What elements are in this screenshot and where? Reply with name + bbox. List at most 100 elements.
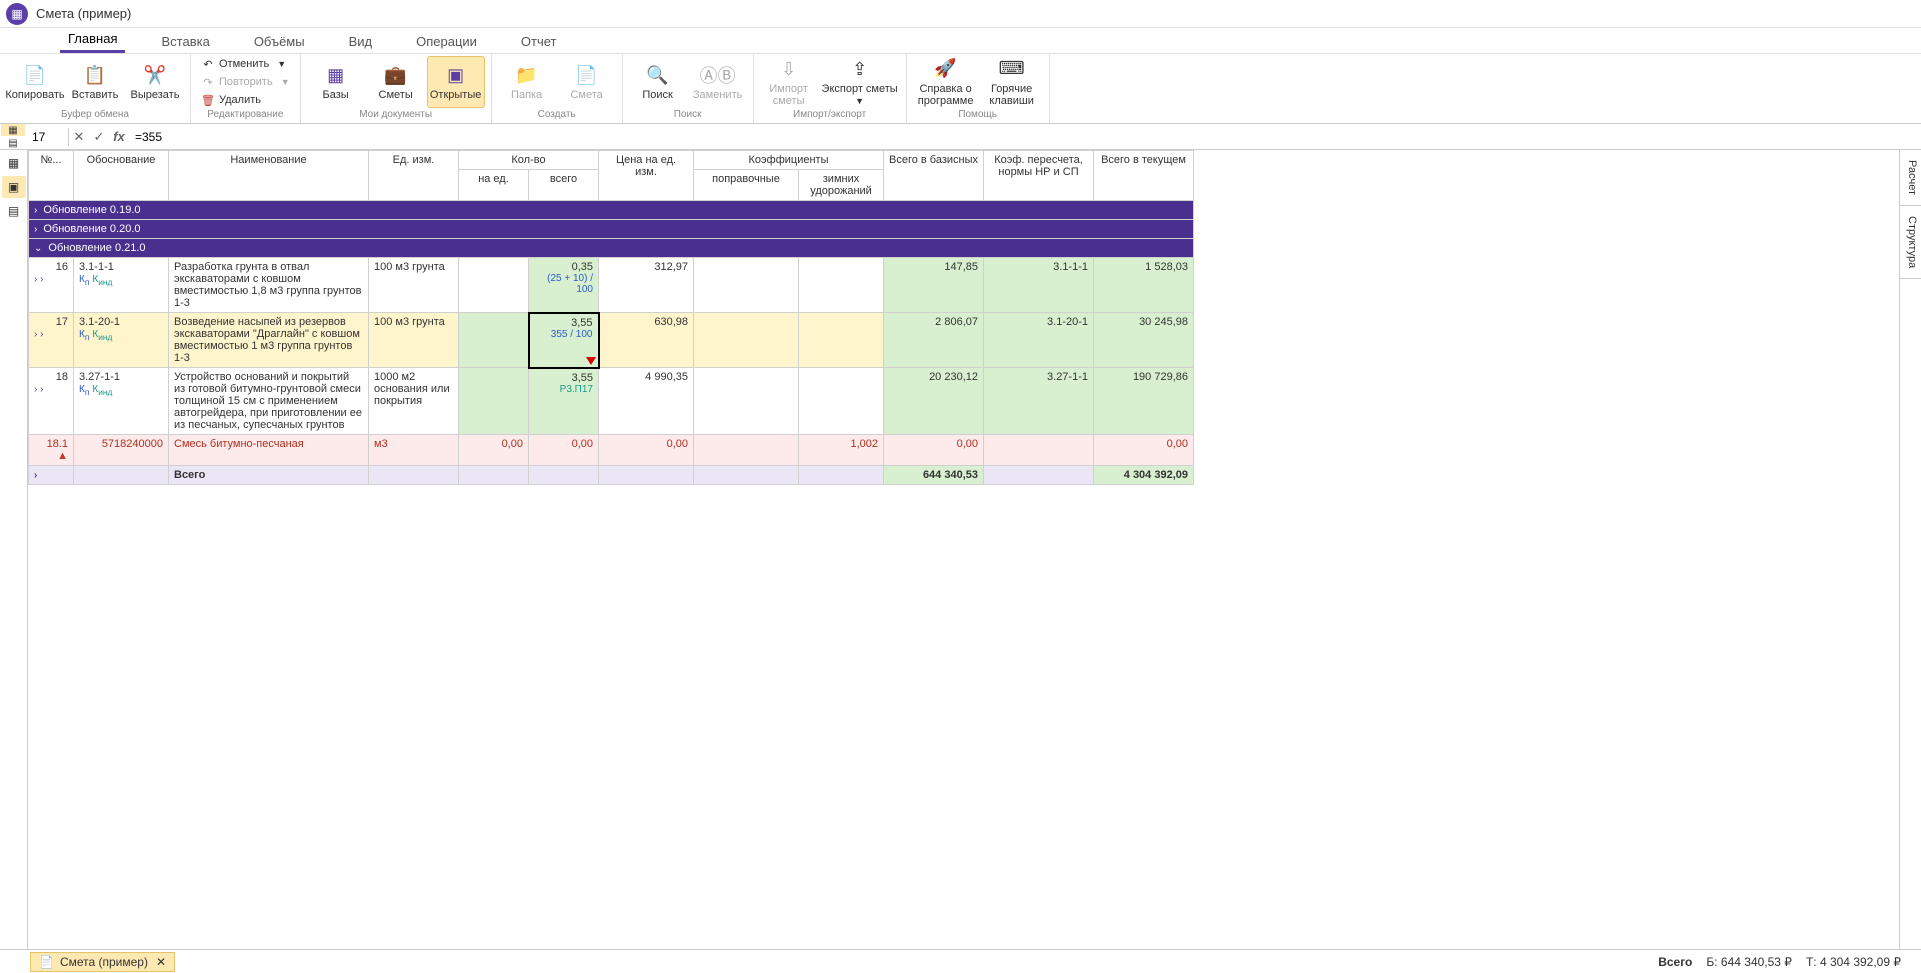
dropdown-icon: ▼ — [281, 77, 290, 87]
group-row[interactable]: ⌄Обновление 0.21.0 — [29, 239, 1194, 258]
replace-icon: ⒶⒷ — [704, 63, 732, 87]
window-title: Смета (пример) — [36, 6, 131, 21]
footer-total-label: Всего — [1658, 955, 1692, 969]
doc-icon: 📄 — [573, 63, 601, 87]
new-smeta-button[interactable]: 📄Смета — [558, 56, 616, 108]
clipboard-label: Буфер обмена — [6, 108, 184, 121]
col-obos[interactable]: Обоснование — [74, 151, 169, 201]
replace-button[interactable]: ⒶⒷЗаменить — [689, 56, 747, 108]
impexp-label: Импорт/экспорт — [760, 108, 900, 121]
dropdown-icon: ▼ — [855, 96, 864, 106]
formula-accept[interactable]: ✓ — [89, 127, 109, 147]
doc-icon: 📄 — [39, 955, 54, 969]
briefcase-icon: 💼 — [382, 63, 410, 87]
doc-tab-label: Смета (пример) — [60, 955, 148, 969]
table-row[interactable]: 17› ›3.1-20-1Кп КиндВозведение насыпей и… — [29, 313, 1194, 368]
search-label: Поиск — [629, 108, 747, 121]
footer-base: Б: 644 340,53 ₽ — [1706, 955, 1792, 969]
expand-icon: ⌄ — [34, 243, 42, 254]
col-qty[interactable]: Кол-во — [459, 151, 599, 170]
export-button[interactable]: ⇪Экспорт сметы ▼ — [820, 56, 900, 108]
col-cur[interactable]: Всего в текущем — [1094, 151, 1194, 201]
expand-icon[interactable]: › › — [34, 274, 43, 285]
col-qty-unit[interactable]: на ед. — [459, 170, 529, 201]
col-name[interactable]: Наименование — [169, 151, 369, 201]
undo-button[interactable]: ↶Отменить▼ — [197, 56, 290, 72]
open-icon: ▣ — [442, 63, 470, 87]
hotkeys-button[interactable]: ⌨Горячие клавиши — [981, 56, 1043, 108]
cut-button[interactable]: ✂️Вырезать — [126, 56, 184, 108]
error-marker-icon — [586, 357, 596, 365]
grid[interactable]: №... Обоснование Наименование Ед. изм. К… — [28, 150, 1899, 949]
right-tab-calc[interactable]: Расчет — [1900, 150, 1921, 206]
formula-input[interactable] — [129, 128, 1921, 146]
tab-main[interactable]: Главная — [60, 27, 125, 53]
doc-tab[interactable]: 📄 Смета (пример) ✕ — [30, 952, 175, 972]
new-folder-button[interactable]: 📁Папка — [498, 56, 556, 108]
redo-button[interactable]: ↷Повторить▼ — [197, 74, 294, 90]
search-icon: 🔍 — [644, 63, 672, 87]
view-toggle-2[interactable]: ▤ — [1, 137, 25, 149]
expand-icon[interactable]: › › — [34, 329, 43, 340]
copy-icon: 📄 — [21, 63, 49, 87]
fx-button[interactable]: fx — [109, 127, 129, 147]
cut-icon: ✂️ — [141, 63, 169, 87]
bases-button[interactable]: ▦Базы — [307, 56, 365, 108]
folder-icon: 📁 — [513, 63, 541, 87]
ribbon: 📄Копировать 📋Вставить ✂️Вырезать Буфер о… — [0, 54, 1921, 124]
smety-button[interactable]: 💼Сметы — [367, 56, 425, 108]
col-coef-pop[interactable]: поправочные — [694, 170, 799, 201]
panel-btn-2[interactable]: ▣ — [2, 176, 26, 198]
left-panel: ▦ ▣ ▤ — [0, 150, 28, 949]
col-num[interactable]: №... — [29, 151, 74, 201]
about-button[interactable]: 🚀Справка о программе — [913, 56, 979, 108]
table-row[interactable]: ›Всего644 340,534 304 392,09 — [29, 466, 1194, 485]
view-toggle-1[interactable]: ▦ — [1, 124, 25, 136]
search-button[interactable]: 🔍Поиск — [629, 56, 687, 108]
right-tab-struct[interactable]: Структура — [1900, 206, 1921, 279]
col-recalc[interactable]: Коэф. пересчета, нормы НР и СП — [984, 151, 1094, 201]
group-row[interactable]: ›Обновление 0.19.0 — [29, 201, 1194, 220]
rocket-icon: 🚀 — [932, 57, 960, 81]
col-coef-zim[interactable]: зимних удорожаний — [799, 170, 884, 201]
copy-button[interactable]: 📄Копировать — [6, 56, 64, 108]
keyboard-icon: ⌨ — [998, 57, 1026, 81]
tab-insert[interactable]: Вставка — [153, 30, 217, 53]
panel-btn-1[interactable]: ▦ — [2, 152, 26, 174]
menubar: Главная Вставка Объёмы Вид Операции Отче… — [0, 28, 1921, 54]
col-base[interactable]: Всего в базисных — [884, 151, 984, 201]
tab-report[interactable]: Отчет — [513, 30, 565, 53]
panel-btn-3[interactable]: ▤ — [2, 200, 26, 222]
col-coef[interactable]: Коэффициенты — [694, 151, 884, 170]
export-icon: ⇪ — [846, 57, 874, 81]
col-qty-total[interactable]: всего — [529, 170, 599, 201]
formula-bar: ▦ ▤ ✕ ✓ fx — [0, 124, 1921, 150]
paste-button[interactable]: 📋Вставить — [66, 56, 124, 108]
formula-cancel[interactable]: ✕ — [69, 127, 89, 147]
col-price[interactable]: Цена на ед. изм. — [599, 151, 694, 201]
mydocs-label: Мои документы — [307, 108, 485, 121]
expand-icon: › — [34, 224, 37, 235]
cell-ref-input[interactable] — [28, 128, 68, 146]
table-row[interactable]: 18› ›3.27-1-1Кп КиндУстройство оснований… — [29, 368, 1194, 435]
group-row[interactable]: ›Обновление 0.20.0 — [29, 220, 1194, 239]
redo-icon: ↷ — [201, 75, 215, 89]
import-button[interactable]: ⇩Импорт сметы — [760, 56, 818, 108]
footer: 📄 Смета (пример) ✕ Всего Б: 644 340,53 ₽… — [0, 949, 1921, 973]
table-row[interactable]: 18.1 ▲5718240000Смесь битумно-песчанаям3… — [29, 435, 1194, 466]
col-ed[interactable]: Ед. изм. — [369, 151, 459, 201]
expand-icon: › — [34, 205, 37, 216]
delete-button[interactable]: 🗑Удалить — [197, 92, 265, 108]
edit-label: Редактирование — [197, 108, 294, 121]
expand-icon[interactable]: › — [34, 470, 37, 481]
paste-icon: 📋 — [81, 63, 109, 87]
tab-view[interactable]: Вид — [341, 30, 381, 53]
open-docs-button[interactable]: ▣Открытые — [427, 56, 485, 108]
table-row[interactable]: 16› ›3.1-1-1Кп КиндРазработка грунта в о… — [29, 258, 1194, 313]
app-icon: ▦ — [6, 3, 28, 25]
tab-volumes[interactable]: Объёмы — [246, 30, 313, 53]
close-tab-button[interactable]: ✕ — [156, 955, 166, 969]
help-label: Помощь — [913, 108, 1043, 121]
expand-icon[interactable]: › › — [34, 384, 43, 395]
tab-operations[interactable]: Операции — [408, 30, 485, 53]
